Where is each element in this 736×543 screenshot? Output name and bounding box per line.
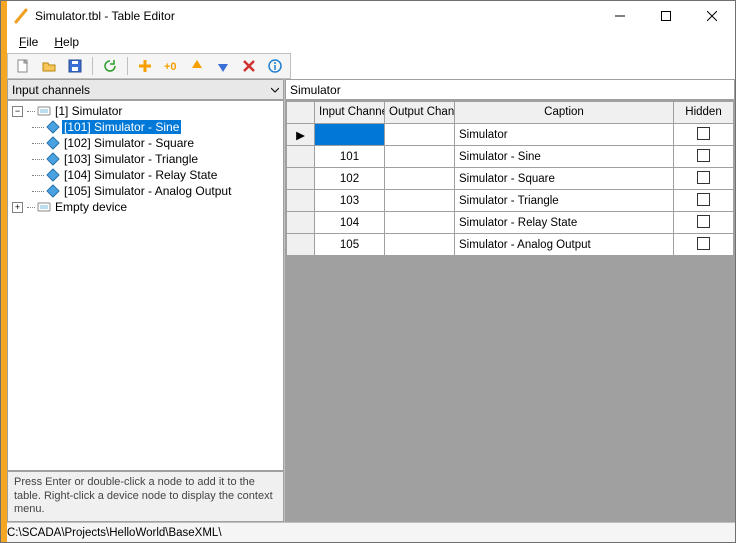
menu-bar: File Help: [1, 31, 735, 53]
svg-text:+0: +0: [164, 61, 177, 73]
diamond-icon: [46, 120, 60, 134]
device-tree[interactable]: − [1] Simulator [101] Simulator - Sine […: [7, 100, 284, 471]
diamond-icon: [46, 168, 60, 182]
diamond-icon: [46, 136, 60, 150]
app-icon: [13, 8, 29, 24]
diamond-icon: [46, 184, 60, 198]
checkbox[interactable]: [697, 237, 710, 250]
col-caption[interactable]: Caption: [455, 102, 674, 124]
new-button[interactable]: [12, 55, 34, 77]
window-title: Simulator.tbl - Table Editor: [35, 9, 597, 23]
device-icon: [37, 104, 51, 118]
tree-node-simulator[interactable]: − [1] Simulator: [8, 103, 283, 119]
chevron-down-icon: [271, 86, 279, 94]
tree-node-empty-device[interactable]: + Empty device: [8, 199, 283, 215]
device-icon: [37, 200, 51, 214]
title-bar: Simulator.tbl - Table Editor: [1, 1, 735, 31]
grid-row[interactable]: 104 Simulator - Relay State: [287, 212, 734, 234]
collapse-icon[interactable]: −: [12, 106, 23, 117]
grid-row[interactable]: 101 Simulator - Sine: [287, 146, 734, 168]
tree-node-103[interactable]: [103] Simulator - Triangle: [8, 151, 283, 167]
checkbox[interactable]: [697, 215, 710, 228]
tree-node-104[interactable]: [104] Simulator - Relay State: [8, 167, 283, 183]
move-up-button[interactable]: [186, 55, 208, 77]
save-button[interactable]: [64, 55, 86, 77]
grid-row[interactable]: ▶ Simulator: [287, 124, 734, 146]
checkbox[interactable]: [697, 127, 710, 140]
tree-node-102[interactable]: [102] Simulator - Square: [8, 135, 283, 151]
add-button[interactable]: [134, 55, 156, 77]
tree-node-105[interactable]: [105] Simulator - Analog Output: [8, 183, 283, 199]
col-hidden[interactable]: Hidden: [674, 102, 734, 124]
maximize-button[interactable]: [643, 1, 689, 31]
open-button[interactable]: [38, 55, 60, 77]
checkbox[interactable]: [697, 149, 710, 162]
status-bar: C:\SCADA\Projects\HelloWorld\BaseXML\: [1, 522, 735, 542]
close-button[interactable]: [689, 1, 735, 31]
tree-node-101[interactable]: [101] Simulator - Sine: [8, 119, 283, 135]
grid-row[interactable]: 103 Simulator - Triangle: [287, 190, 734, 212]
checkbox[interactable]: [697, 193, 710, 206]
filter-text: Simulator: [290, 83, 341, 97]
grid-row[interactable]: 102 Simulator - Square: [287, 168, 734, 190]
grid-row[interactable]: 105 Simulator - Analog Output: [287, 234, 734, 256]
data-grid[interactable]: Input Channel Output Channel Caption Hid…: [286, 101, 734, 256]
move-down-button[interactable]: [212, 55, 234, 77]
info-button[interactable]: [264, 55, 286, 77]
status-path: C:\SCADA\Projects\HelloWorld\BaseXML\: [7, 527, 222, 539]
menu-file[interactable]: File: [13, 33, 44, 51]
input-channels-dropdown[interactable]: Input channels: [7, 79, 284, 100]
toolbar: +0: [7, 53, 291, 79]
expand-icon[interactable]: +: [12, 202, 23, 213]
minimize-button[interactable]: [597, 1, 643, 31]
hint-box: Press Enter or double-click a node to ad…: [7, 471, 284, 522]
grid-empty-area: [286, 256, 734, 521]
panel-header-label: Input channels: [12, 83, 271, 97]
col-input-channel[interactable]: Input Channel: [315, 102, 385, 124]
grid-header-row: Input Channel Output Channel Caption Hid…: [287, 102, 734, 124]
diamond-icon: [46, 152, 60, 166]
row-indicator-icon: ▶: [287, 124, 315, 146]
checkbox[interactable]: [697, 171, 710, 184]
col-output-channel[interactable]: Output Channel: [385, 102, 455, 124]
menu-help[interactable]: Help: [48, 33, 85, 51]
delete-button[interactable]: [238, 55, 260, 77]
refresh-button[interactable]: [99, 55, 121, 77]
add-zero-button[interactable]: +0: [160, 55, 182, 77]
right-panel: Simulator Input Channel Output Channel C…: [285, 79, 735, 522]
app-window: Simulator.tbl - Table Editor File Help +…: [0, 0, 736, 543]
left-panel: Input channels − [1] Simulator [101] Sim…: [7, 79, 285, 522]
filter-input[interactable]: Simulator: [285, 79, 735, 100]
